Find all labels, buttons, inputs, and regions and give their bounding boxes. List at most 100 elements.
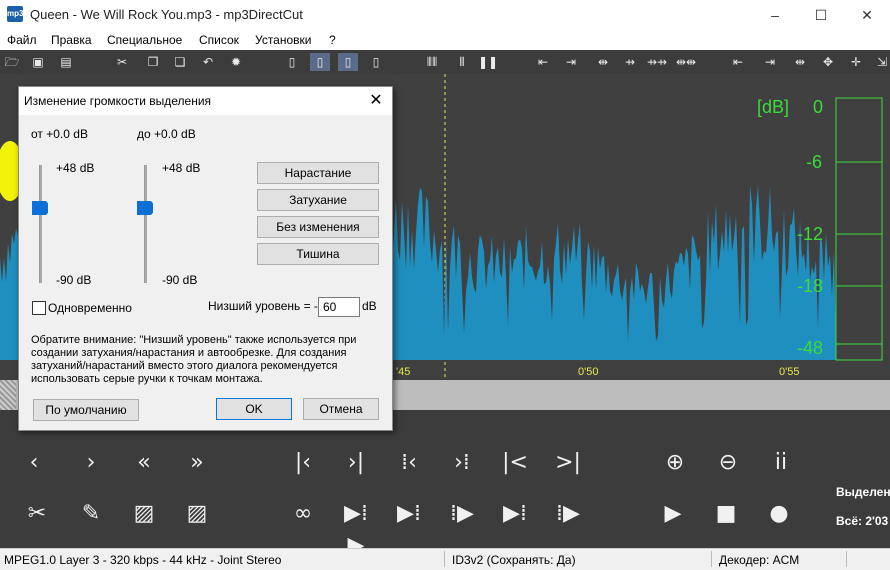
sel-end-fwd-button[interactable]: ›⁞ bbox=[444, 447, 480, 479]
divider bbox=[711, 551, 712, 567]
sel-end-back-button[interactable]: ⁞‹ bbox=[391, 447, 427, 479]
close-button[interactable]: ✕ bbox=[844, 0, 890, 30]
title-bar: mp3 Queen - We Will Rock You.mp3 - mp3Di… bbox=[0, 0, 890, 30]
cue-split-icon[interactable]: ⇸ bbox=[620, 53, 640, 71]
low-level-input[interactable]: 60 bbox=[318, 297, 360, 317]
barcode-icon[interactable]: ⦀ bbox=[452, 53, 472, 71]
page-edit-icon[interactable]: ▯ bbox=[338, 53, 358, 71]
default-button[interactable]: По умолчанию bbox=[33, 399, 139, 421]
play-selection-icon[interactable]: ▶⁞▶ bbox=[338, 498, 374, 558]
record-button[interactable]: ● bbox=[761, 498, 797, 530]
fast-back-button[interactable]: « bbox=[126, 447, 162, 479]
open-icon[interactable]: 🗁 bbox=[2, 53, 22, 71]
to-slider-thumb[interactable] bbox=[137, 201, 153, 215]
db-scale-12: -12 bbox=[797, 224, 824, 244]
play-end-icon[interactable]: ▶⁞ bbox=[497, 498, 533, 530]
marker-cross-icon[interactable]: ✥ bbox=[818, 53, 838, 71]
menu-file[interactable]: Файл bbox=[7, 33, 37, 47]
db-scale-48: -48 bbox=[797, 338, 824, 358]
to-slider-track[interactable] bbox=[144, 165, 147, 283]
selection-label: Выделен bbox=[836, 485, 890, 499]
undo-icon[interactable]: ↶ bbox=[198, 53, 218, 71]
ok-button[interactable]: OK bbox=[216, 398, 292, 420]
dialog-close-button[interactable]: ✕ bbox=[364, 89, 388, 113]
loop-icon[interactable]: ∞ bbox=[285, 498, 321, 530]
save-split-icon[interactable]: ▤ bbox=[56, 53, 76, 71]
copy-icon[interactable]: ❐ bbox=[143, 53, 163, 71]
pencil-icon[interactable]: ✎ bbox=[73, 498, 109, 530]
menu-list[interactable]: Список bbox=[199, 33, 239, 47]
sel-start-fwd-button[interactable]: ›| bbox=[338, 447, 374, 479]
marker-both-icon[interactable]: ⇹ bbox=[790, 53, 810, 71]
play-from-cut-icon[interactable]: ⁞▶ bbox=[444, 498, 480, 530]
no-change-button[interactable]: Без изменения bbox=[257, 216, 379, 238]
marker-right-icon[interactable]: ⇥ bbox=[760, 53, 780, 71]
cue-right-icon[interactable]: ⇥ bbox=[561, 53, 581, 71]
cue-both-icon[interactable]: ⇹ bbox=[593, 53, 613, 71]
silence-button[interactable]: Тишина bbox=[257, 243, 379, 265]
menu-special[interactable]: Специальное bbox=[107, 33, 182, 47]
save-icon[interactable]: ▣ bbox=[28, 53, 48, 71]
from-slider-thumb[interactable] bbox=[32, 201, 48, 215]
fade-in-icon[interactable]: ▨ bbox=[126, 498, 162, 530]
volume-dialog: Изменение громкости выделения ✕ от +0.0 … bbox=[18, 86, 393, 431]
cue-multi-icon[interactable]: ⇸⇸ bbox=[645, 53, 669, 71]
tag-status: ID3v2 (Сохранять: Да) bbox=[452, 553, 576, 567]
from-label: от +0.0 dB bbox=[31, 127, 88, 141]
timeline-label: '45 bbox=[396, 366, 411, 378]
go-start-button[interactable]: |< bbox=[497, 447, 533, 479]
low-level-unit: dB bbox=[362, 299, 377, 313]
right-max-label: +48 dB bbox=[162, 161, 201, 175]
db-unit-label: [dB] bbox=[757, 97, 790, 117]
fade-in-button[interactable]: Нарастание bbox=[257, 162, 379, 184]
pause-bars-icon[interactable]: ❚❚ bbox=[478, 53, 498, 71]
status-bar: MPEG1.0 Layer 3 - 320 kbps - 44 kHz - Jo… bbox=[0, 548, 890, 570]
settings-icon[interactable]: ✹ bbox=[226, 53, 246, 71]
play-start-icon[interactable]: ⁞▶ bbox=[550, 498, 586, 530]
barcode-icon[interactable]: ⦀⦀ bbox=[420, 53, 444, 71]
step-back-button[interactable]: ‹ bbox=[16, 447, 52, 479]
paste-icon[interactable]: ❏ bbox=[170, 53, 190, 71]
scroll-thumb[interactable] bbox=[0, 380, 16, 410]
menu-settings[interactable]: Установки bbox=[255, 33, 311, 47]
go-end-button[interactable]: >| bbox=[550, 447, 586, 479]
cue-left-icon[interactable]: ⇤ bbox=[533, 53, 553, 71]
stop-button[interactable]: ■ bbox=[708, 498, 744, 530]
fade-out-icon[interactable]: ▨ bbox=[179, 498, 215, 530]
marker-split-icon[interactable]: ✛ bbox=[846, 53, 866, 71]
cut-icon[interactable]: ✂ bbox=[112, 53, 132, 71]
format-status: MPEG1.0 Layer 3 - 320 kbps - 44 kHz - Jo… bbox=[4, 553, 282, 567]
play-to-cut-icon[interactable]: ▶⁞ bbox=[391, 498, 427, 530]
page-icon[interactable]: ▯ bbox=[282, 53, 302, 71]
play-button[interactable]: ▶ bbox=[655, 498, 691, 530]
info-note: Обратите внимание: "Низший уровень" такж… bbox=[31, 334, 357, 385]
fade-out-button[interactable]: Затухание bbox=[257, 189, 379, 211]
dialog-title-bar: Изменение громкости выделения ✕ bbox=[19, 87, 392, 115]
to-label: до +0.0 dB bbox=[137, 127, 196, 141]
marker-left-icon[interactable]: ⇤ bbox=[728, 53, 748, 71]
info-icon[interactable]: ı̇ı̇ bbox=[763, 447, 799, 479]
maximize-button[interactable]: ☐ bbox=[798, 0, 844, 30]
divider bbox=[444, 551, 445, 567]
timeline-label: 0'55 bbox=[779, 366, 800, 378]
menu-help[interactable]: ? bbox=[329, 33, 336, 47]
sel-start-back-button[interactable]: |‹ bbox=[285, 447, 321, 479]
scissors-icon[interactable]: ✂ bbox=[19, 498, 55, 530]
fast-forward-button[interactable]: » bbox=[179, 447, 215, 479]
minimize-button[interactable]: – bbox=[752, 0, 798, 30]
from-slider-track[interactable] bbox=[39, 165, 42, 283]
page-selected-icon[interactable]: ▯ bbox=[310, 53, 330, 71]
cancel-button[interactable]: Отмена bbox=[303, 398, 379, 420]
zoom-out-icon[interactable]: ⊖ bbox=[710, 447, 746, 479]
timeline-label: 0'50 bbox=[578, 366, 599, 378]
db-scale-18: -18 bbox=[797, 276, 824, 296]
menu-edit[interactable]: Правка bbox=[51, 33, 92, 47]
step-forward-button[interactable]: › bbox=[73, 447, 109, 479]
simultaneous-checkbox[interactable] bbox=[32, 301, 46, 315]
page-info-icon[interactable]: ▯ bbox=[366, 53, 386, 71]
marker-end-icon[interactable]: ⇲ bbox=[872, 53, 890, 71]
zoom-in-icon[interactable]: ⊕ bbox=[657, 447, 693, 479]
db-scale-0: 0 bbox=[813, 97, 824, 117]
low-level-label: Низший уровень = - bbox=[208, 299, 318, 313]
cue-multi2-icon[interactable]: ⇹⇹ bbox=[674, 53, 698, 71]
